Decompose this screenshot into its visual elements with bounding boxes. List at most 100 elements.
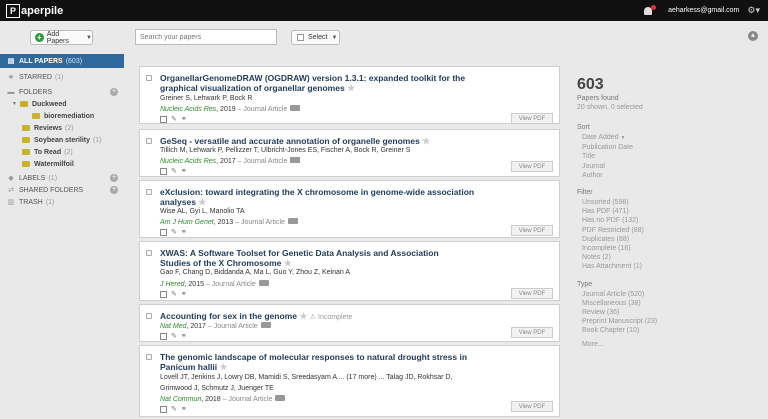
paper-card[interactable]: OrganellarGenomeDRAW (OGDRAW) version 1.… [139, 66, 560, 124]
more-icon[interactable] [275, 395, 286, 401]
type-review[interactable]: Review (36) [577, 308, 757, 317]
filter-unsorted[interactable]: Unsorted (598) [577, 198, 757, 207]
link-icon[interactable]: ⚭ [181, 167, 187, 175]
view-pdf-button[interactable]: View PDF [511, 327, 553, 338]
edit-icon[interactable]: ✎ [171, 332, 177, 340]
sidebar-item-shared-folders[interactable]: ⇄ SHARED FOLDERS + [0, 184, 124, 196]
sort-title[interactable]: Title [577, 152, 757, 161]
edit-icon[interactable]: ✎ [171, 290, 177, 298]
link-icon[interactable]: ⚭ [181, 290, 187, 298]
sidebar-item-watermilfoil[interactable]: Watermilfoil [0, 158, 124, 170]
note-icon[interactable] [160, 228, 167, 236]
paper-checkbox[interactable] [146, 250, 152, 256]
sidebar-item-reviews[interactable]: Reviews (2) [0, 122, 124, 134]
view-pdf-button[interactable]: View PDF [511, 161, 553, 172]
paper-card[interactable]: eXclusion: toward integrating the X chro… [139, 180, 560, 238]
logo-mark-icon: P [6, 3, 20, 18]
star-icon[interactable]: ★ [422, 136, 430, 146]
sidebar-item-duckweed[interactable]: ▼ Duckweed [0, 98, 124, 110]
filter-pdf-restricted[interactable]: PDF Restricted (88) [577, 226, 757, 235]
search-input[interactable] [135, 29, 277, 45]
type-miscellaneous[interactable]: Miscellaneous (38) [577, 299, 757, 308]
paper-checkbox[interactable] [146, 354, 152, 360]
add-papers-button[interactable]: + Add Papers ▼ [30, 30, 93, 45]
edit-icon[interactable]: ✎ [171, 115, 177, 123]
list-icon: ▤ [7, 58, 15, 65]
more-icon[interactable] [258, 280, 269, 286]
note-icon[interactable] [160, 332, 167, 340]
sort-author[interactable]: Author [577, 171, 757, 180]
edit-icon[interactable]: ✎ [171, 405, 177, 413]
paper-title[interactable]: OrganellarGenomeDRAW (OGDRAW) version 1.… [160, 73, 490, 93]
note-icon[interactable] [160, 405, 167, 413]
paper-card[interactable]: Accounting for sex in the genome ★ ⚠ Inc… [139, 304, 560, 342]
type-preprint[interactable]: Preprint Manuscript (23) [577, 317, 757, 326]
link-icon[interactable]: ⚭ [181, 115, 187, 123]
paper-title[interactable]: GeSeq - versatile and accurate annotatio… [160, 136, 520, 146]
sort-date-added[interactable]: Date Added ▼ [577, 133, 757, 143]
sidebar-item-bioremediation[interactable]: bioremediation [0, 110, 124, 122]
notification-icon[interactable] [643, 5, 657, 16]
star-icon[interactable]: ★ [299, 311, 307, 321]
paperpile-logo[interactable]: P aperpile [6, 3, 63, 18]
paper-meta: Nat Med, 2017 – Journal Article [160, 322, 271, 330]
sidebar-item-to-read[interactable]: To Read (2) [0, 146, 124, 158]
select-button[interactable]: Select ▼ [291, 30, 340, 45]
filter-has-pdf[interactable]: Has PDF (471) [577, 207, 757, 216]
view-pdf-button[interactable]: View PDF [511, 225, 553, 236]
filter-has-attachment[interactable]: Has Attachment (1) [577, 262, 757, 271]
link-icon[interactable]: ⚭ [181, 405, 187, 413]
more-icon[interactable] [290, 105, 301, 111]
view-pdf-button[interactable]: View PDF [511, 113, 553, 124]
star-icon[interactable]: ★ [198, 197, 206, 207]
filter-notes[interactable]: Notes (2) [577, 253, 757, 262]
sort-heading: Sort [577, 124, 590, 131]
more-icon[interactable] [287, 218, 298, 224]
star-icon[interactable]: ★ [347, 83, 355, 93]
sidebar-item-soybean-sterility[interactable]: Soybean sterility (1) [0, 134, 124, 146]
sort-publication-date[interactable]: Publication Date [577, 143, 757, 152]
sidebar-item-labels[interactable]: ◆ LABELS (1) + [0, 172, 124, 184]
add-shared-folder-icon[interactable]: + [110, 186, 118, 194]
link-icon[interactable]: ⚭ [181, 332, 187, 340]
more-icon[interactable] [290, 157, 301, 163]
filter-has-no-pdf[interactable]: Has no PDF (132) [577, 216, 757, 225]
filter-incomplete[interactable]: Incomplete (16) [577, 244, 757, 253]
paper-card[interactable]: GeSeq - versatile and accurate annotatio… [139, 129, 560, 177]
sidebar-item-folders[interactable]: ▬ FOLDERS + [0, 86, 124, 98]
view-pdf-button[interactable]: View PDF [511, 401, 553, 412]
paper-card[interactable]: The genomic landscape of molecular respo… [139, 345, 560, 417]
note-icon[interactable] [160, 115, 167, 123]
gear-icon[interactable]: ⚙▾ [747, 5, 760, 16]
caret-down-icon[interactable]: ▼ [12, 101, 17, 107]
view-pdf-button[interactable]: View PDF [511, 288, 553, 299]
star-icon[interactable]: ★ [284, 258, 292, 268]
edit-icon[interactable]: ✎ [171, 167, 177, 175]
paper-title[interactable]: eXclusion: toward integrating the X chro… [160, 187, 490, 207]
filter-duplicates[interactable]: Duplicates (88) [577, 235, 757, 244]
edit-icon[interactable]: ✎ [171, 228, 177, 236]
paper-title[interactable]: The genomic landscape of molecular respo… [160, 352, 470, 372]
sidebar-item-all-papers[interactable]: ▤ ALL PAPERS (603) [0, 54, 124, 68]
more-icon[interactable] [260, 322, 271, 328]
link-icon[interactable]: ⚭ [181, 228, 187, 236]
star-icon[interactable]: ★ [220, 362, 228, 372]
note-icon[interactable] [160, 167, 167, 175]
paper-checkbox[interactable] [146, 138, 152, 144]
sidebar-item-starred[interactable]: ★ STARRED (1) [0, 71, 124, 83]
note-icon[interactable] [160, 290, 167, 298]
type-journal-article[interactable]: Journal Article (520) [577, 290, 757, 299]
sidebar-item-trash[interactable]: ▥ TRASH (1) [0, 196, 124, 208]
paper-card[interactable]: XWAS: A Software Toolset for Genetic Dat… [139, 241, 560, 301]
paper-checkbox[interactable] [146, 313, 152, 319]
add-folder-icon[interactable]: + [110, 88, 118, 96]
more-link[interactable]: More... [577, 340, 757, 349]
paper-title[interactable]: XWAS: A Software Toolset for Genetic Dat… [160, 248, 470, 268]
paper-checkbox[interactable] [146, 189, 152, 195]
account-email[interactable]: aeharkess@gmail.com [668, 7, 739, 14]
type-book-chapter[interactable]: Book Chapter (10) [577, 326, 757, 335]
sort-journal[interactable]: Journal [577, 162, 757, 171]
sync-icon[interactable]: ▲ [748, 31, 758, 41]
paper-checkbox[interactable] [146, 75, 152, 81]
add-label-icon[interactable]: + [110, 174, 118, 182]
